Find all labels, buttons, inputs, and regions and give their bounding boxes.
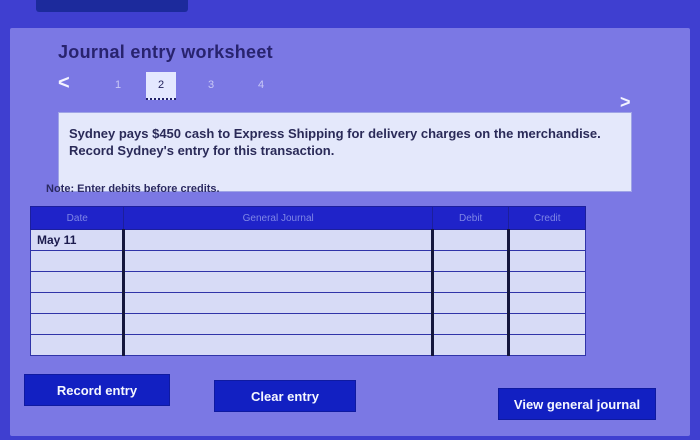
account-cell[interactable] bbox=[122, 250, 433, 272]
credit-cell[interactable] bbox=[507, 313, 586, 335]
clear-entry-button[interactable]: Clear entry bbox=[214, 380, 356, 412]
date-cell[interactable] bbox=[29, 292, 125, 314]
prev-step-icon[interactable]: < bbox=[58, 72, 70, 95]
debit-cell[interactable] bbox=[430, 250, 510, 272]
debit-cell[interactable] bbox=[430, 313, 510, 335]
record-entry-button[interactable]: Record entry bbox=[24, 374, 170, 406]
view-general-journal-button[interactable]: View general journal bbox=[498, 388, 656, 420]
account-cell[interactable] bbox=[122, 292, 433, 314]
account-header: General Journal bbox=[123, 206, 433, 230]
credit-header: Credit bbox=[508, 206, 586, 230]
date-cell[interactable] bbox=[29, 313, 125, 335]
table-row bbox=[29, 271, 586, 293]
credit-cell[interactable] bbox=[507, 250, 586, 272]
transaction-question: Sydney pays $450 cash to Express Shippin… bbox=[58, 112, 632, 192]
debit-credit-note: Note: Enter debits before credits. bbox=[46, 183, 220, 195]
top-tab[interactable] bbox=[36, 0, 188, 12]
debit-header: Debit bbox=[431, 206, 510, 230]
table-row bbox=[29, 292, 586, 314]
worksheet-title: Journal entry worksheet bbox=[58, 42, 273, 62]
date-cell[interactable] bbox=[29, 334, 125, 356]
journal-table: Date General Journal Debit Credit May 11 bbox=[29, 206, 586, 356]
account-cell[interactable] bbox=[122, 271, 433, 293]
date-cell[interactable] bbox=[29, 250, 125, 272]
step-3[interactable]: 3 bbox=[196, 72, 226, 98]
credit-cell[interactable] bbox=[507, 292, 586, 314]
step-2[interactable]: 2 bbox=[146, 72, 176, 100]
account-cell[interactable] bbox=[122, 334, 433, 356]
table-row bbox=[29, 313, 586, 335]
debit-cell[interactable] bbox=[430, 334, 510, 356]
account-cell[interactable] bbox=[122, 229, 433, 251]
debit-cell[interactable] bbox=[430, 292, 510, 314]
date-cell[interactable]: May 11 bbox=[29, 229, 125, 251]
date-cell[interactable] bbox=[29, 271, 125, 293]
credit-cell[interactable] bbox=[507, 271, 586, 293]
step-4[interactable]: 4 bbox=[246, 72, 276, 98]
account-cell[interactable] bbox=[122, 313, 433, 335]
credit-cell[interactable] bbox=[507, 334, 586, 356]
next-step-icon[interactable]: > bbox=[620, 92, 631, 113]
table-row: May 11 bbox=[29, 229, 586, 251]
table-row bbox=[29, 334, 586, 356]
date-header: Date bbox=[29, 206, 125, 230]
debit-cell[interactable] bbox=[430, 229, 510, 251]
debit-cell[interactable] bbox=[430, 271, 510, 293]
table-row bbox=[29, 250, 586, 272]
step-1[interactable]: 1 bbox=[103, 72, 133, 98]
credit-cell[interactable] bbox=[507, 229, 586, 251]
